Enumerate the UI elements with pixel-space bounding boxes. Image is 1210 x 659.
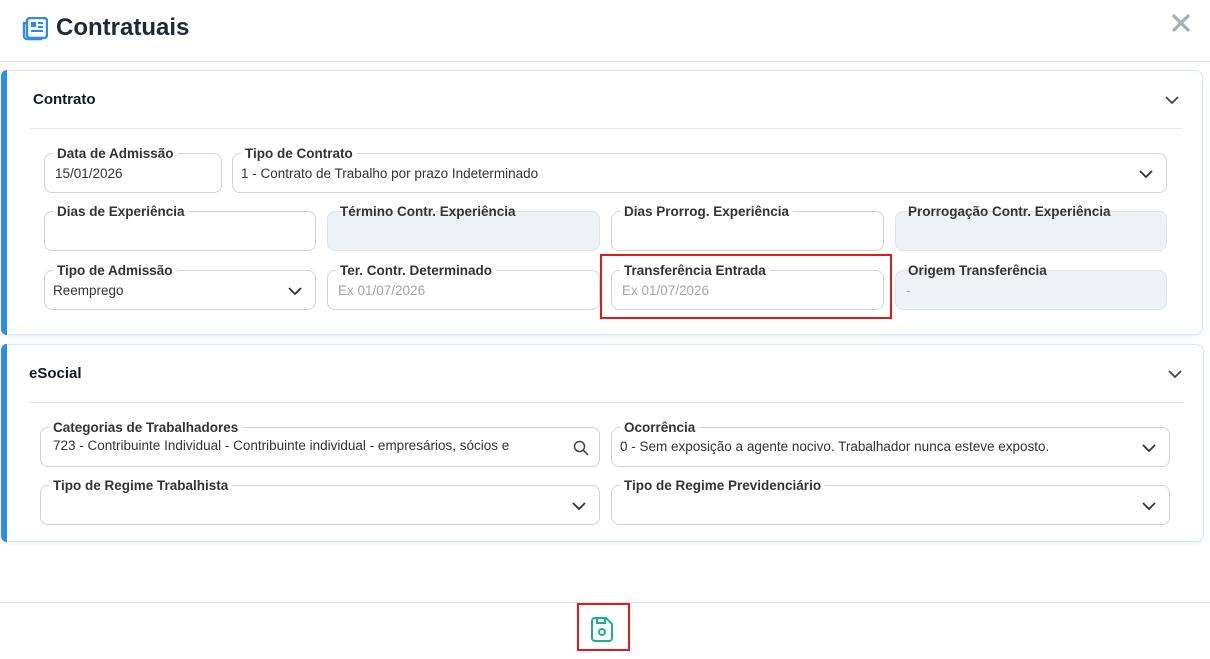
- chevron-down-icon: [572, 502, 586, 511]
- transferencia-entrada-highlight: [600, 254, 892, 319]
- field-value: Reemprego: [53, 283, 124, 298]
- field-label: Término Contr. Experiência: [340, 204, 516, 219]
- esocial-divider: [30, 402, 1184, 403]
- close-icon[interactable]: [1170, 12, 1192, 34]
- field-label: Prorrogação Contr. Experiência: [908, 204, 1111, 219]
- tipo-regime-previdenciario-select[interactable]: Tipo de Regime Previdenciário: [611, 478, 1170, 525]
- dias-prorrog-experiencia-field[interactable]: Dias Prorrog. Experiência: [611, 204, 884, 251]
- field-value: 1 - Contrato de Trabalho por prazo Indet…: [241, 166, 539, 181]
- field-label: Ter. Contr. Determinado: [336, 263, 497, 279]
- esocial-section-title: eSocial: [29, 365, 82, 382]
- categorias-trabalhadores-field[interactable]: Categorias de Trabalhadores 723 - Contri…: [40, 420, 600, 467]
- field-label: Tipo de Admissão: [53, 263, 177, 279]
- ter-contr-determinado-field[interactable]: Ter. Contr. Determinado Ex 01/07/2026: [327, 263, 600, 310]
- termino-contr-experiencia-field: Término Contr. Experiência: [327, 204, 600, 251]
- tipo-admissao-select[interactable]: Tipo de Admissão Reemprego: [44, 263, 316, 310]
- ocorrencia-select[interactable]: Ocorrência 0 - Sem exposição a agente no…: [611, 420, 1170, 467]
- document-list-icon: [22, 17, 48, 41]
- field-label: Dias de Experiência: [53, 204, 189, 220]
- field-value: 723 - Contribuinte Individual - Contribu…: [53, 438, 510, 453]
- field-placeholder: Ex 01/07/2026: [338, 283, 426, 298]
- field-value: 0 - Sem exposição a agente nocivo. Traba…: [620, 439, 1050, 454]
- field-label: Ocorrência: [620, 420, 700, 436]
- chevron-down-icon: [1142, 502, 1156, 511]
- data-admissao-field[interactable]: Data de Admissão 15/01/2026: [44, 146, 222, 193]
- field-label: Tipo de Regime Trabalhista: [49, 478, 233, 494]
- save-icon[interactable]: [589, 615, 615, 643]
- field-label: Categorias de Trabalhadores: [49, 420, 243, 436]
- chevron-down-icon: [288, 287, 302, 296]
- field-label: Tipo de Regime Previdenciário: [620, 478, 826, 494]
- field-label: Dias Prorrog. Experiência: [620, 204, 794, 220]
- field-label: Origem Transferência: [908, 263, 1047, 278]
- dias-experiencia-field[interactable]: Dias de Experiência: [44, 204, 316, 251]
- contrato-divider: [30, 128, 1182, 129]
- chevron-down-icon[interactable]: [1167, 366, 1183, 382]
- chevron-down-icon: [1142, 444, 1156, 453]
- contrato-section-title: Contrato: [33, 91, 96, 108]
- field-value: 15/01/2026: [55, 166, 123, 181]
- search-icon[interactable]: [573, 440, 589, 456]
- page-title: Contratuais: [56, 14, 190, 41]
- field-label: Tipo de Contrato: [241, 146, 357, 162]
- prorrogacao-contr-experiencia-field: Prorrogação Contr. Experiência: [895, 204, 1167, 251]
- chevron-down-icon[interactable]: [1164, 92, 1180, 108]
- modal-header: Contratuais: [0, 0, 1210, 62]
- chevron-down-icon: [1139, 170, 1153, 179]
- field-value: -: [906, 283, 911, 298]
- origem-transferencia-field: Origem Transferência -: [895, 263, 1167, 310]
- field-label: Data de Admissão: [53, 146, 178, 162]
- tipo-regime-trabalhista-select[interactable]: Tipo de Regime Trabalhista: [40, 478, 600, 525]
- tipo-contrato-select[interactable]: Tipo de Contrato 1 - Contrato de Trabalh…: [232, 146, 1167, 193]
